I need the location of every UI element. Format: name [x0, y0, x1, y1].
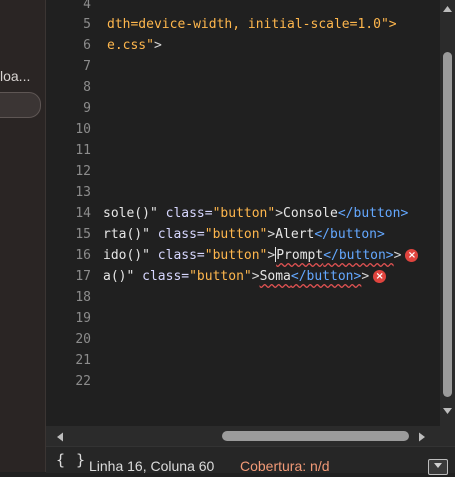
code-token: > [275, 206, 284, 221]
code-token: </button> [337, 206, 409, 221]
code-token: Prompt [276, 248, 324, 263]
arrow-up-icon[interactable] [440, 2, 455, 14]
code-token: </button> [314, 227, 385, 242]
code-text-area[interactable]: dth=device-width, initial-scale=1.0"> e.… [103, 0, 440, 426]
line-number: 6 [83, 38, 91, 53]
vertical-scroll-thumb[interactable] [443, 52, 452, 397]
code-token: class= [149, 248, 205, 263]
code-token: dth=device-width, initial-scale=1.0 [107, 17, 381, 32]
line-number: 13 [75, 185, 91, 200]
line-number: 10 [75, 122, 91, 137]
code-token: > [251, 269, 260, 284]
language-braces-icon[interactable]: { } [56, 451, 86, 469]
line-number: 17 [75, 269, 91, 284]
code-token: "> [380, 17, 397, 32]
line-number: 20 [75, 332, 91, 347]
code-token: Alert [275, 227, 315, 242]
download-icon[interactable] [428, 459, 448, 475]
side-panel-clipped-label[interactable]: loa... [0, 68, 45, 84]
code-token: > [267, 248, 276, 263]
arrow-left-icon[interactable] [54, 430, 66, 442]
horizontal-scroll-thumb[interactable] [222, 431, 409, 441]
line-number: 21 [75, 353, 91, 368]
line-number-gutter: 4 5 6 7 8 9 10 11 12 13 14 15 16 17 18 1… [46, 0, 93, 426]
line-number: 4 [83, 0, 91, 12]
line-number: 5 [83, 17, 91, 32]
code-token: "button" [189, 269, 252, 284]
code-editor[interactable]: 4 5 6 7 8 9 10 11 12 13 14 15 16 17 18 1… [46, 0, 440, 426]
line-number: 14 [75, 206, 91, 221]
code-token: ido()" [103, 248, 150, 263]
line-number: 9 [83, 101, 91, 116]
code-token: "button" [204, 227, 268, 242]
code-token: </button> [290, 269, 362, 284]
code-token: > [361, 269, 370, 284]
arrow-right-icon[interactable] [416, 430, 428, 442]
line-number: 8 [83, 80, 91, 95]
side-panel-button[interactable] [0, 92, 41, 118]
code-token: "button" [212, 206, 276, 221]
code-token: </button> [323, 248, 394, 263]
code-line-14: sole()" class="button">Console</button> [103, 203, 408, 224]
error-circle-icon[interactable]: × [373, 270, 387, 283]
code-line-15: rta()" class="button">Alert</button> [103, 224, 385, 245]
code-line-16: ido()" class="button">Prompt</button>> × [103, 245, 419, 266]
code-token: Console [283, 206, 338, 221]
code-token: class= [149, 227, 205, 242]
code-token: sole()" [103, 206, 158, 221]
code-token: Soma [259, 269, 291, 284]
code-token: a()" [103, 269, 135, 284]
vertical-scrollbar[interactable] [440, 0, 455, 426]
code-line-17: a()" class="button">Soma</button>> × [103, 266, 387, 287]
code-token: > [393, 248, 402, 263]
scrollbar-corner [440, 426, 455, 446]
code-token: class= [157, 206, 213, 221]
side-panel: loa... [0, 0, 46, 472]
arrow-down-icon[interactable] [440, 404, 455, 416]
line-number: 18 [75, 290, 91, 305]
status-bar: { } Linha 16, Coluna 60 Cobertura: n/d [46, 446, 455, 475]
horizontal-scrollbar[interactable] [46, 426, 440, 446]
line-number: 15 [75, 227, 91, 242]
code-token: class= [134, 269, 190, 284]
line-number: 11 [75, 143, 91, 158]
code-token: > [153, 38, 162, 53]
line-number: 12 [75, 164, 91, 179]
error-circle-icon[interactable]: × [405, 249, 419, 262]
line-number: 16 [75, 248, 91, 263]
line-number: 7 [83, 59, 91, 74]
code-line-5: dth=device-width, initial-scale=1.0"> [107, 14, 397, 35]
code-token: rta()" [103, 227, 150, 242]
line-number: 22 [75, 374, 91, 389]
line-number: 19 [75, 311, 91, 326]
code-token: e.css" [107, 38, 154, 53]
code-line-6: e.css"> [107, 35, 162, 56]
code-token: "button" [204, 248, 268, 263]
